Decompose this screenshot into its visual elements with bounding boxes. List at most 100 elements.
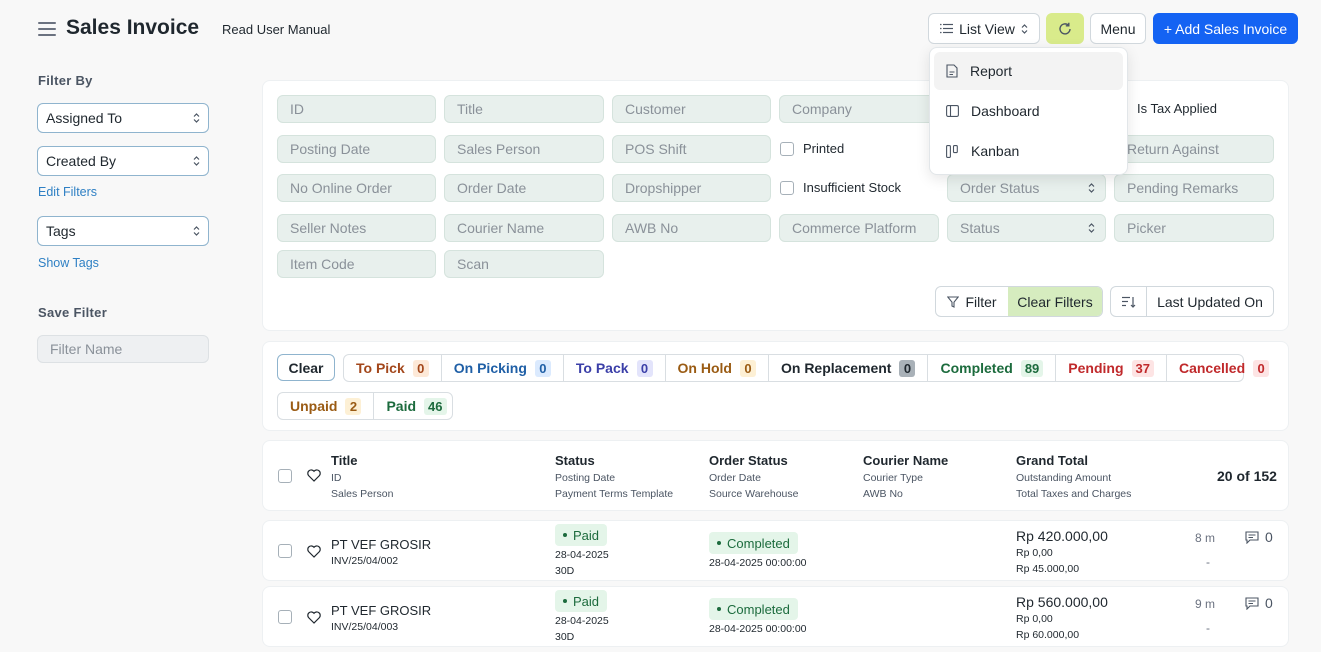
pill-label: Pending xyxy=(1068,360,1124,376)
list-icon xyxy=(940,23,954,34)
filter-scan-input[interactable]: Scan xyxy=(444,250,604,278)
status-pill-cancelled[interactable]: Cancelled 0 xyxy=(1167,355,1281,381)
status-pill-on-picking[interactable]: On Picking 0 xyxy=(442,355,564,381)
status-label: Status xyxy=(960,220,1000,236)
filter-pending-remarks-input[interactable]: Pending Remarks xyxy=(1114,174,1274,202)
add-sales-invoice-button[interactable]: + Add Sales Invoice xyxy=(1153,13,1298,44)
filter-no-online-order-input[interactable]: No Online Order xyxy=(277,174,436,202)
filter-pos-shift-input[interactable]: POS Shift xyxy=(612,135,771,163)
row-comments[interactable]: 0 xyxy=(1245,595,1273,611)
row-checkbox[interactable] xyxy=(278,544,292,558)
filter-item-code-input[interactable]: Item Code xyxy=(277,250,436,278)
status-pill-on-replacement[interactable]: On Replacement 0 xyxy=(769,355,929,381)
menu-button[interactable]: Menu xyxy=(1090,13,1146,44)
column-title[interactable]: Title xyxy=(331,453,358,468)
clear-status-button[interactable]: Clear xyxy=(277,354,335,381)
refresh-icon xyxy=(1059,22,1071,35)
status-pill-completed[interactable]: Completed 89 xyxy=(928,355,1057,381)
created-by-select[interactable]: Created By xyxy=(37,146,209,176)
select-all-checkbox[interactable] xyxy=(278,469,292,483)
row-dash: - xyxy=(1206,621,1210,635)
filter-seller-notes-input[interactable]: Seller Notes xyxy=(277,214,436,242)
column-sub: Source Warehouse xyxy=(709,488,799,500)
status-pill-unpaid[interactable]: Unpaid 2 xyxy=(278,393,375,419)
filter-dropshipper-input[interactable]: Dropshipper xyxy=(612,174,771,202)
show-tags-link[interactable]: Show Tags xyxy=(38,256,99,270)
pill-label: To Pack xyxy=(575,360,629,376)
status-pill-to-pick[interactable]: To Pick 0 xyxy=(344,355,442,381)
comment-count: 0 xyxy=(1265,595,1273,611)
column-status[interactable]: Status xyxy=(555,453,595,468)
row-title-link[interactable]: PT VEF GROSIR xyxy=(331,537,431,552)
record-count: 20 of 152 xyxy=(1217,468,1277,484)
status-pill-to-pack[interactable]: To Pack 0 xyxy=(564,355,666,381)
read-user-manual-link[interactable]: Read User Manual xyxy=(222,22,330,37)
sort-order-button[interactable] xyxy=(1111,287,1147,316)
assigned-to-select[interactable]: Assigned To xyxy=(37,103,209,133)
filter-return-against-input[interactable]: Return Against xyxy=(1114,135,1274,163)
status-pill-on-hold[interactable]: On Hold 0 xyxy=(666,355,769,381)
filter-courier-name-input[interactable]: Courier Name xyxy=(444,214,604,242)
filter-is-tax-applied[interactable]: Is Tax Applied xyxy=(1129,101,1217,116)
save-filter-label: Save Filter xyxy=(38,305,108,320)
heart-icon[interactable] xyxy=(307,469,321,482)
tags-select[interactable]: Tags xyxy=(37,216,209,246)
filter-order-date-input[interactable]: Order Date xyxy=(444,174,604,202)
dropdown-item-report[interactable]: Report xyxy=(934,52,1123,90)
printed-checkbox[interactable] xyxy=(780,141,794,156)
filter-name-input[interactable]: Filter Name xyxy=(37,335,209,363)
comment-icon xyxy=(1245,530,1259,544)
filter-insufficient-stock[interactable]: Insufficient Stock xyxy=(780,180,901,195)
filter-sales-person-input[interactable]: Sales Person xyxy=(444,135,604,163)
chevron-updown-icon xyxy=(193,113,200,123)
sort-by-select[interactable]: Last Updated On xyxy=(1147,287,1273,316)
dropdown-item-label: Report xyxy=(970,63,1013,79)
row-title-link[interactable]: PT VEF GROSIR xyxy=(331,603,431,618)
insufficient-stock-label: Insufficient Stock xyxy=(803,180,902,195)
edit-filters-link[interactable]: Edit Filters xyxy=(38,185,97,199)
filter-company-input[interactable]: Company xyxy=(779,95,939,123)
row-comments[interactable]: 0 xyxy=(1245,529,1273,545)
clear-filters-button[interactable]: Clear Filters xyxy=(1008,287,1102,316)
insufficient-stock-checkbox[interactable] xyxy=(780,180,794,195)
heart-icon[interactable] xyxy=(307,545,321,558)
pill-count: 0 xyxy=(1253,359,1270,377)
filter-title-input[interactable]: Title xyxy=(444,95,604,123)
sort-control: Last Updated On xyxy=(1110,286,1274,317)
filter-button-group: Filter Clear Filters xyxy=(935,286,1103,317)
dropdown-item-dashboard[interactable]: Dashboard xyxy=(934,92,1123,130)
filter-posting-date-input[interactable]: Posting Date xyxy=(277,135,436,163)
sidebar-toggle-icon[interactable] xyxy=(38,22,56,36)
column-sub: Posting Date xyxy=(555,472,616,484)
payment-pill-group: Unpaid 2 Paid 46 xyxy=(277,392,453,420)
heart-icon[interactable] xyxy=(307,611,321,624)
created-by-label: Created By xyxy=(46,153,117,169)
pill-label: Paid xyxy=(386,398,417,414)
column-grand-total[interactable]: Grand Total xyxy=(1016,453,1088,468)
column-sub: Outstanding Amount xyxy=(1016,472,1112,484)
column-order-status[interactable]: Order Status xyxy=(709,453,788,468)
assigned-to-label: Assigned To xyxy=(46,110,123,126)
filter-button[interactable]: Filter xyxy=(936,287,1008,316)
dropdown-item-label: Kanban xyxy=(971,143,1020,159)
filter-awb-no-input[interactable]: AWB No xyxy=(612,214,771,242)
status-pill-paid[interactable]: Paid 46 xyxy=(374,393,458,419)
filter-id-input[interactable]: ID xyxy=(277,95,436,123)
filter-printed-checkbox[interactable]: Printed xyxy=(780,141,844,156)
list-view-label: List View xyxy=(959,20,1015,37)
filter-picker-input[interactable]: Picker xyxy=(1114,214,1274,242)
pill-count: 0 xyxy=(899,359,916,377)
row-grand-total: Rp 560.000,00 xyxy=(1016,594,1108,610)
column-courier-name[interactable]: Courier Name xyxy=(863,453,948,468)
printed-label: Printed xyxy=(803,141,845,156)
dropdown-item-kanban[interactable]: Kanban xyxy=(934,132,1123,170)
list-view-button[interactable]: List View xyxy=(928,13,1040,44)
column-sub: Order Date xyxy=(709,472,761,484)
filter-status-select[interactable]: Status xyxy=(947,214,1106,242)
row-checkbox[interactable] xyxy=(278,610,292,624)
status-pill-pending[interactable]: Pending 37 xyxy=(1056,355,1167,381)
refresh-button[interactable] xyxy=(1046,13,1084,44)
filter-customer-input[interactable]: Customer xyxy=(612,95,771,123)
filter-commerce-platform-input[interactable]: Commerce Platform xyxy=(779,214,939,242)
filter-order-status-select[interactable]: Order Status xyxy=(947,174,1106,202)
